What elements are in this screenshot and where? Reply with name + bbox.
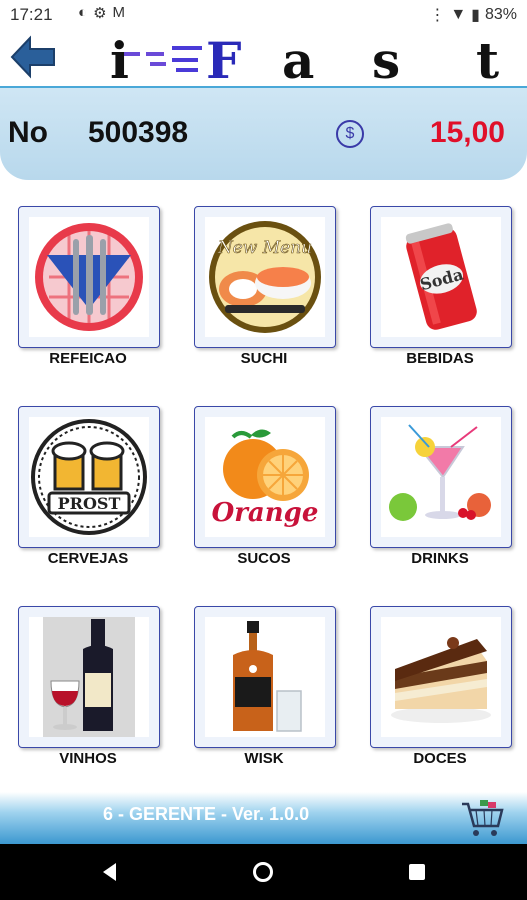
cocktail-icon (381, 417, 501, 537)
order-number: 500398 (88, 116, 189, 149)
category-label-wisk: WISK (244, 750, 284, 767)
category-tile-sucos[interactable]: Orange (194, 406, 336, 548)
footer-user-version: 6 - GERENTE - Ver. 1.0.0 (103, 804, 310, 824)
whisky-bottle-icon (205, 617, 325, 737)
category-label-refeicao: REFEICAO (49, 350, 127, 367)
category-label-sucos: SUCOS (237, 550, 291, 567)
new-menu-text: New Menu (217, 238, 312, 258)
svg-text:s: s (372, 32, 400, 84)
soda-can-icon: Soda (381, 217, 501, 337)
orange-icon: Orange (205, 417, 325, 537)
shopping-cart-icon[interactable] (460, 798, 504, 838)
gmail-icon: M (112, 4, 126, 21)
category-tile-wisk[interactable] (194, 606, 336, 748)
vibrate-icon: ⋮ (429, 7, 446, 24)
svg-text:a: a (282, 32, 314, 84)
battery-icon: ▮ (471, 7, 480, 24)
category-tile-doces[interactable] (370, 606, 512, 748)
svg-text:i: i (110, 32, 129, 84)
category-label-cervejas: CERVEJAS (47, 550, 129, 567)
plate-cutlery-icon (29, 217, 149, 337)
category-tile-bebidas[interactable]: Soda (370, 206, 512, 348)
order-number-label: No (8, 116, 48, 149)
order-total: 15,00 (429, 116, 505, 149)
status-time: 17:21 (10, 5, 53, 24)
svg-text:t: t (476, 32, 499, 84)
notification-icon: ◐ (78, 4, 88, 21)
beer-mugs-icon: PROST (29, 417, 149, 537)
category-label-vinhos: VINHOS (59, 750, 117, 767)
settings-gear-icon: ⚙ (93, 5, 107, 22)
order-info-bar: No 500398 $ 15,00 (0, 88, 527, 180)
logo-speed-lines-icon (120, 46, 202, 72)
currency-icon[interactable]: $ (336, 120, 364, 148)
back-arrow-icon[interactable] (8, 34, 58, 80)
category-label-bebidas: BEBIDAS (406, 350, 474, 367)
nav-back-icon[interactable] (98, 860, 122, 884)
category-label-drinks: DRINKS (411, 550, 469, 567)
wine-bottle-icon (29, 617, 149, 737)
orange-text: Orange (212, 498, 319, 528)
app-logo: i F a s t (110, 31, 520, 90)
footer-bar: 6 - GERENTE - Ver. 1.0.0 (0, 792, 527, 844)
nav-recents-icon[interactable] (405, 860, 429, 884)
sushi-icon: New Menu (205, 217, 325, 337)
category-label-doces: DOCES (413, 750, 467, 767)
category-tile-refeicao[interactable] (18, 206, 160, 348)
system-nav-bar (0, 844, 527, 900)
nav-home-icon[interactable] (251, 860, 275, 884)
app-toolbar: i F a s t (0, 30, 527, 90)
svg-text:F: F (206, 32, 242, 84)
category-tile-drinks[interactable] (370, 406, 512, 548)
category-label-suchi: SUCHI (240, 350, 288, 367)
category-tile-cervejas[interactable]: PROST (18, 406, 160, 548)
battery-level: 83% (484, 6, 517, 23)
wifi-icon: ▼ (450, 6, 467, 23)
status-bar: 17:21 ◐ ⚙ M ⋮ ▼ ▮ 83% (0, 0, 527, 30)
prost-text: PROST (58, 494, 121, 513)
cake-slice-icon (381, 617, 501, 737)
category-tile-suchi[interactable]: New Menu (194, 206, 336, 348)
category-tile-vinhos[interactable] (18, 606, 160, 748)
